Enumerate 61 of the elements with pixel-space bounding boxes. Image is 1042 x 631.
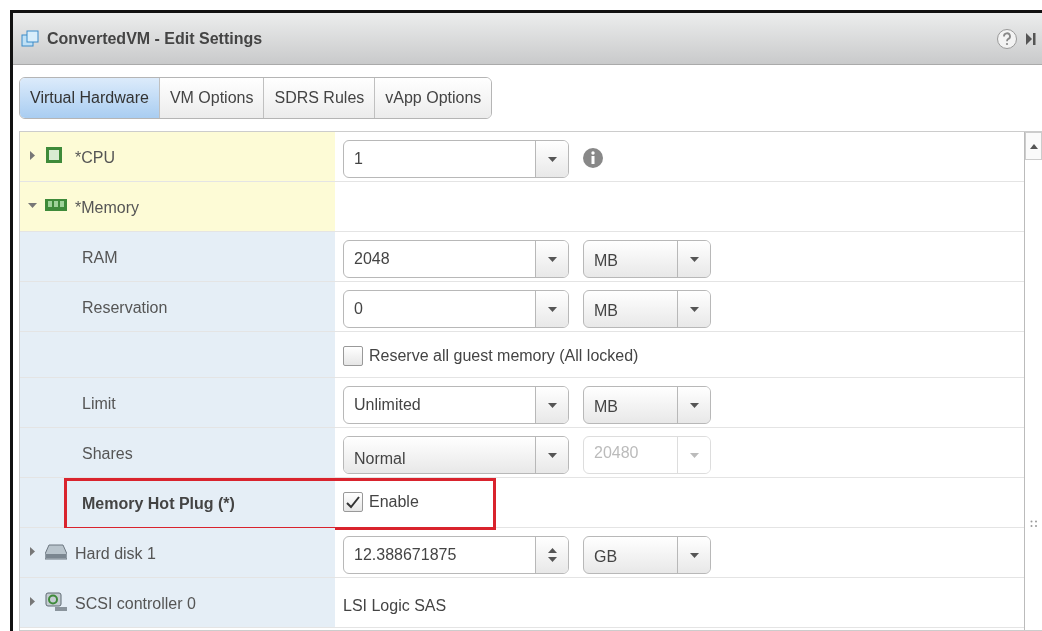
caret-down-icon [547,306,557,312]
combo-box[interactable]: 2048 [343,240,569,278]
dropdown-button[interactable] [677,241,710,277]
scroll-up-icon[interactable] [1029,143,1038,149]
unit-dropdown[interactable]: GB [583,536,711,574]
tab[interactable]: Virtual Hardware [20,78,160,118]
checkbox[interactable]: Reserve all guest memory (All locked) [343,340,639,368]
caret-down-icon[interactable] [28,201,37,210]
field-label: RAM [82,248,118,268]
caret-right-icon[interactable] [28,597,37,606]
dropdown-button[interactable] [677,537,710,573]
caret-down-icon [689,552,699,558]
dropdown-button[interactable] [535,387,568,423]
dropdown-button[interactable] [535,437,568,473]
virtual-machine-icon [21,29,39,48]
caret-down-icon [689,452,699,458]
field-label: Hard disk 1 [75,544,156,564]
spinner-field[interactable]: 12.388671875 [343,536,569,574]
field-label: Shares [82,444,133,464]
spinner-buttons[interactable] [535,537,568,573]
window-title: ConvertedVM - Edit Settings [47,28,263,49]
caret-down-icon [547,452,557,458]
tab[interactable]: vApp Options [375,78,492,118]
field-value: LSI Logic SAS [343,596,447,616]
unit-dropdown[interactable]: MB [583,290,711,328]
collapse-panel-icon[interactable] [1026,31,1036,46]
dropdown-button[interactable] [535,141,568,177]
dropdown[interactable]: Normal [343,436,569,474]
caret-down-icon [689,306,699,312]
dropdown-button[interactable] [535,241,568,277]
dropdown-button[interactable] [677,387,710,423]
arrow-down-icon [547,557,557,562]
combo-box[interactable]: 1 [343,140,569,178]
unit-dropdown[interactable]: MB [583,240,711,278]
field-label: Reservation [82,298,168,318]
tab[interactable]: SDRS Rules [264,78,376,118]
arrow-up-icon [547,548,557,553]
field-label: Memory Hot Plug (*) [82,494,235,514]
caret-down-icon [689,402,699,408]
caret-down-icon [547,156,557,162]
caret-down-icon [547,256,557,262]
combo-box[interactable]: 0 [343,290,569,328]
caret-down-icon [547,402,557,408]
checkbox[interactable]: Enable [343,486,419,514]
field-label: *CPU [75,148,115,168]
tab[interactable]: VM Options [159,78,265,118]
dropdown-button[interactable] [677,291,710,327]
field-label: *Memory [75,198,139,218]
caret-right-icon[interactable] [28,547,37,556]
check-icon [345,495,361,509]
caret-down-icon [689,256,699,262]
combo-box[interactable]: Unlimited [343,386,569,424]
unit-dropdown[interactable]: MB [583,386,711,424]
field-label: Limit [82,394,116,414]
resize-grip-icon[interactable] [1029,520,1038,528]
scrollbar[interactable] [1024,132,1042,630]
help-icon[interactable] [996,27,1018,50]
field-label: SCSI controller 0 [75,594,196,614]
caret-right-icon[interactable] [28,151,37,160]
dropdown-button[interactable] [535,291,568,327]
controller-icon [45,592,67,612]
